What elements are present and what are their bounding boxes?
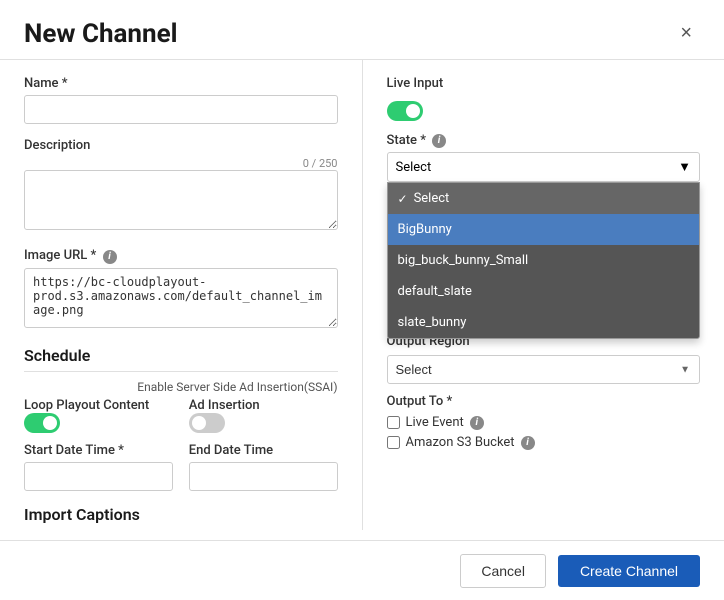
dropdown-item-slate-bunny[interactable]: slate_bunny <box>388 307 700 338</box>
end-date-col: End Date Time <box>189 443 338 491</box>
dropdown-option-select: Select <box>414 191 450 206</box>
description-input[interactable] <box>24 170 338 230</box>
live-input-toggle[interactable] <box>387 101 423 121</box>
dropdown-item-select[interactable]: ✓ Select <box>388 183 700 214</box>
amazon-s3-checkbox[interactable] <box>387 436 400 449</box>
ad-insertion-col: Ad Insertion <box>189 398 338 433</box>
modal: New Channel × Name * Description 0 / 250 <box>0 0 724 600</box>
end-date-input[interactable] <box>189 462 338 491</box>
state-label-row: State * i <box>387 133 701 148</box>
end-date-label: End Date Time <box>189 443 338 458</box>
amazon-s3-info-icon[interactable]: i <box>521 436 535 450</box>
image-url-group: Image URL * i https://bc-cloudplayout-pr… <box>24 248 338 332</box>
state-dropdown-selected[interactable]: Select ▼ <box>387 152 701 182</box>
live-event-info-icon[interactable]: i <box>470 416 484 430</box>
start-date-label: Start Date Time * <box>24 443 173 458</box>
close-button[interactable]: × <box>672 18 700 49</box>
live-event-label: Live Event <box>406 415 464 430</box>
ssai-label: Enable Server Side Ad Insertion(SSAI) <box>24 380 338 394</box>
left-column: Name * Description 0 / 250 Image URL * i… <box>0 60 363 530</box>
state-selected-value: Select <box>396 160 432 175</box>
state-label: State * <box>387 133 427 148</box>
modal-body: Name * Description 0 / 250 Image URL * i… <box>0 60 724 530</box>
image-url-info-icon[interactable]: i <box>103 250 117 264</box>
loop-playout-label: Loop Playout Content <box>24 398 173 413</box>
amazon-s3-label: Amazon S3 Bucket <box>406 435 515 450</box>
state-dropdown-container: Select ▼ ✓ Select BigBunny big_buck_bunn… <box>387 152 701 182</box>
live-input-label: Live Input <box>387 76 444 91</box>
modal-title: New Channel <box>24 19 178 49</box>
loop-playout-toggle[interactable] <box>24 413 60 433</box>
dropdown-chevron-icon: ▼ <box>678 159 691 175</box>
image-url-input[interactable]: https://bc-cloudplayout-prod.s3.amazonaw… <box>24 268 338 328</box>
check-icon: ✓ <box>398 192 408 206</box>
live-input-row: Live Input <box>387 76 701 91</box>
live-event-checkbox[interactable] <box>387 416 400 429</box>
name-input[interactable] <box>24 95 338 124</box>
dropdown-item-big-buck-small[interactable]: big_buck_bunny_Small <box>388 245 700 276</box>
description-group: Description 0 / 250 <box>24 138 338 234</box>
dropdown-item-default-slate[interactable]: default_slate <box>388 276 700 307</box>
output-region-select[interactable]: Select <box>387 355 701 384</box>
char-count: 0 / 250 <box>24 157 338 170</box>
modal-header: New Channel × <box>0 0 724 60</box>
create-channel-button[interactable]: Create Channel <box>558 555 700 587</box>
dropdown-option-bigbunny: BigBunny <box>398 222 452 237</box>
amazon-s3-row: Amazon S3 Bucket i <box>387 435 701 450</box>
ad-insertion-toggle[interactable] <box>189 413 225 433</box>
modal-footer: Cancel Create Channel <box>0 540 724 600</box>
ssai-section: Enable Server Side Ad Insertion(SSAI) Lo… <box>24 380 338 433</box>
start-date-input[interactable] <box>24 462 173 491</box>
dropdown-option-big-buck-small: big_buck_bunny_Small <box>398 253 529 268</box>
import-captions-section-title: Import Captions <box>24 505 338 531</box>
dropdown-option-slate-bunny: slate_bunny <box>398 315 467 330</box>
image-url-label: Image URL * i <box>24 248 338 264</box>
output-region-select-wrapper: Select <box>387 355 701 384</box>
name-label: Name * <box>24 76 338 91</box>
dropdown-item-bigbunny[interactable]: BigBunny <box>388 214 700 245</box>
dropdown-option-default-slate: default_slate <box>398 284 472 299</box>
output-to-label: Output To * <box>387 394 701 409</box>
ad-insertion-label: Ad Insertion <box>189 398 338 413</box>
cancel-button[interactable]: Cancel <box>460 554 546 588</box>
start-date-col: Start Date Time * <box>24 443 173 491</box>
right-column: Live Input State * i Select ▼ ✓ <box>363 60 724 530</box>
loop-col: Loop Playout Content <box>24 398 173 433</box>
loop-ssai-row: Loop Playout Content Ad Insertion <box>24 398 338 433</box>
schedule-section-title: Schedule <box>24 346 338 372</box>
description-label: Description <box>24 138 338 153</box>
state-dropdown-menu: ✓ Select BigBunny big_buck_bunny_Small d… <box>387 182 701 339</box>
name-group: Name * <box>24 76 338 124</box>
modal-overlay: New Channel × Name * Description 0 / 250 <box>0 0 724 600</box>
state-info-icon[interactable]: i <box>432 134 446 148</box>
live-event-row: Live Event i <box>387 415 701 430</box>
datetime-row: Start Date Time * End Date Time <box>24 443 338 491</box>
